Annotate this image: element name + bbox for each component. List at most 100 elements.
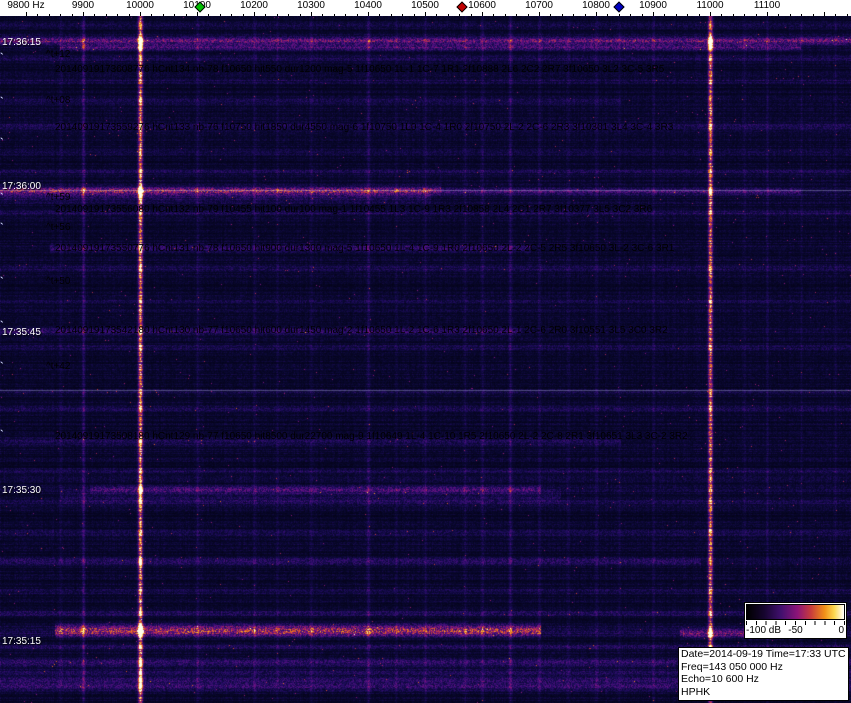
freq-label: 11100 [753, 0, 781, 11]
freq-tick [288, 14, 290, 16]
freq-tick [94, 14, 96, 16]
freq-tick [630, 14, 632, 16]
freq-tick [732, 14, 734, 16]
freq-tick [83, 12, 84, 16]
freq-marker-blue-diamond-icon[interactable] [613, 1, 625, 13]
freq-tick [778, 14, 780, 16]
freq-tick [402, 14, 404, 16]
freq-tick [527, 14, 529, 16]
freq-tick [573, 14, 575, 16]
freq-tick [162, 14, 164, 16]
freq-tick [504, 14, 506, 16]
freq-tick [767, 12, 768, 16]
freq-tick [379, 14, 381, 16]
freq-tick [299, 14, 301, 16]
freq-tick [641, 14, 643, 16]
freq-tick [219, 14, 221, 16]
freq-label: 9900 [71, 0, 95, 11]
freq-label: 10000 [126, 0, 154, 11]
freq-tick [436, 14, 438, 16]
freq-tick [48, 14, 50, 16]
freq-tick [710, 12, 711, 16]
freq-label: 9800 Hz [7, 0, 45, 11]
colorbar-mid-label: -50 [788, 625, 803, 636]
freq-tick [276, 14, 278, 16]
freq-tick [664, 14, 666, 16]
freq-tick [311, 12, 312, 16]
info-line-echo: Echo=10 600 Hz [681, 673, 759, 685]
freq-tick [812, 14, 814, 16]
info-box: Date=2014-09-19 Time=17:33 UTC Freq=143 … [678, 647, 849, 701]
freq-tick [744, 14, 746, 16]
colorbar-labels: -100 dB -50 0 [746, 625, 845, 637]
freq-tick [698, 14, 700, 16]
freq-tick [60, 14, 62, 16]
freq-tick [208, 14, 210, 16]
freq-label: 10800 [582, 0, 610, 11]
freq-label: 10300 [297, 0, 325, 11]
freq-tick [835, 14, 837, 16]
freq-tick [846, 14, 848, 16]
freq-tick [607, 14, 609, 16]
freq-tick [539, 12, 540, 16]
frequency-axis: 9800 Hz990010000101001020010300104001050… [0, 0, 851, 16]
freq-label: 10600 [468, 0, 496, 11]
freq-tick [197, 12, 198, 16]
freq-tick [516, 14, 518, 16]
freq-tick [185, 14, 187, 16]
colorbar-max-label: 0 [838, 625, 844, 636]
freq-tick [493, 14, 495, 16]
freq-tick [789, 14, 791, 16]
freq-tick [755, 14, 757, 16]
freq-tick [596, 12, 597, 16]
freq-tick [425, 12, 426, 16]
freq-tick [322, 14, 324, 16]
colorbar-min-label: -100 dB [746, 625, 782, 636]
freq-tick [151, 14, 153, 16]
waterfall-canvas [0, 16, 851, 703]
info-line-station: HPHK [681, 685, 711, 698]
freq-tick [174, 14, 176, 16]
freq-tick [687, 14, 689, 16]
freq-tick [675, 14, 677, 16]
freq-tick [231, 14, 233, 16]
freq-tick [333, 14, 335, 16]
freq-tick [618, 14, 620, 16]
freq-label: 10200 [240, 0, 268, 11]
freq-tick [584, 14, 586, 16]
freq-tick [71, 14, 73, 16]
freq-label: 10500 [411, 0, 439, 11]
freq-tick [459, 14, 461, 16]
freq-tick [356, 14, 358, 16]
freq-tick [470, 14, 472, 16]
freq-tick [265, 14, 267, 16]
freq-tick [254, 12, 255, 16]
freq-label: 10400 [354, 0, 382, 11]
freq-tick [482, 12, 483, 16]
freq-marker-red-diamond-icon[interactable] [456, 1, 468, 13]
freq-tick [447, 14, 449, 16]
freq-tick [26, 12, 27, 16]
freq-tick [368, 12, 369, 16]
freq-tick [105, 14, 107, 16]
db-colorbar: -100 dB -50 0 [744, 602, 847, 639]
freq-tick [140, 12, 141, 16]
freq-tick [653, 12, 654, 16]
info-line-date-time: Date=2014-09-19 Time=17:33 UTC [681, 648, 846, 660]
freq-tick [390, 14, 392, 16]
freq-tick [37, 14, 39, 16]
freq-tick [345, 14, 347, 16]
freq-tick [801, 14, 803, 16]
freq-label: 10700 [525, 0, 553, 11]
colorbar-gradient [746, 604, 845, 620]
freq-label: 11000 [696, 0, 724, 11]
freq-tick [561, 14, 563, 16]
freq-tick [413, 14, 415, 16]
freq-tick [550, 14, 552, 16]
meteor-echo-spectrogram-window: 9800 Hz990010000101001020010300104001050… [0, 0, 851, 703]
freq-label: 10900 [639, 0, 667, 11]
freq-tick [721, 14, 723, 16]
info-line-frequency: Freq=143 050 000 Hz [681, 660, 783, 673]
freq-tick [242, 14, 244, 16]
freq-tick [128, 14, 130, 16]
